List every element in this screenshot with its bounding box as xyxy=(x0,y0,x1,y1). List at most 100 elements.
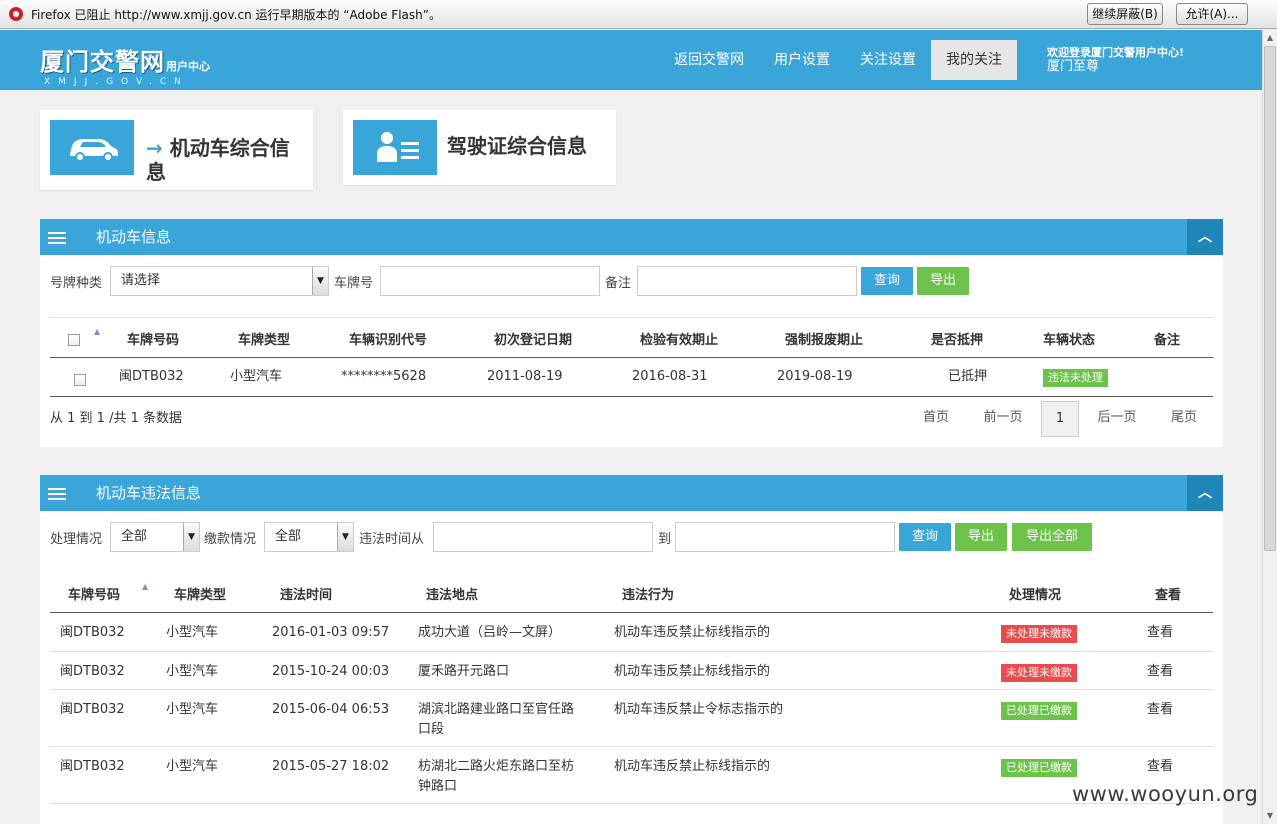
cell-vin: ********5628 xyxy=(341,369,427,384)
vcol-plate[interactable]: 车牌号码 xyxy=(68,584,120,603)
license-card-title: 驾驶证综合信息 xyxy=(447,134,587,158)
violation-panel-title: 机动车违法信息 xyxy=(96,484,202,502)
view-link[interactable]: 查看 xyxy=(1147,623,1173,643)
vcell-place: 厦禾路开元路口 xyxy=(418,664,510,679)
violation-query-button[interactable]: 查询 xyxy=(899,523,951,551)
license-info-card[interactable]: 驾驶证综合信息 xyxy=(343,110,616,185)
vehicle-info-card[interactable]: → 机动车综合信息 xyxy=(40,110,313,190)
view-link[interactable]: 查看 xyxy=(1147,757,1173,777)
collapse-icon[interactable]: ︿ xyxy=(1187,219,1223,255)
violation-export-all-button[interactable]: 导出全部 xyxy=(1012,523,1092,551)
logo-domain-text: XMJJ.GOV.CN xyxy=(44,77,189,87)
pager-current[interactable]: 1 xyxy=(1041,401,1079,437)
vcell-plate: 闽DTB032 xyxy=(60,664,125,679)
row-checkbox[interactable] xyxy=(74,374,86,386)
welcome-text: 欢迎登录厦门交警用户中心! xyxy=(1047,46,1185,59)
col-plate-type[interactable]: 车牌类型 xyxy=(238,329,290,348)
vcell-action: 机动车违反禁止令标志指示的 xyxy=(614,702,784,717)
vehicle-panel-header: 机动车信息 ︿ xyxy=(40,219,1223,255)
remark-input[interactable] xyxy=(637,266,857,296)
vcol-handle-status[interactable]: 处理情况 xyxy=(1009,584,1061,603)
header-divider xyxy=(50,612,1213,613)
pager-next[interactable]: 后一页 xyxy=(1089,401,1145,435)
cell-mortgage: 已抵押 xyxy=(948,369,988,384)
vcol-time[interactable]: 违法时间 xyxy=(280,584,332,603)
vcell-plate-type: 小型汽车 xyxy=(166,625,219,640)
col-reg-date[interactable]: 初次登记日期 xyxy=(494,329,572,348)
remark-label: 备注 xyxy=(605,276,632,291)
vehicle-info-panel: 机动车信息 ︿ 号牌种类 请选择 ▼ 车牌号 备注 查询 导出 ▲ 车牌号码 车… xyxy=(40,219,1223,447)
time-from-input[interactable] xyxy=(433,522,653,552)
nav-user-settings[interactable]: 用户设置 xyxy=(762,40,842,80)
vehicle-export-button[interactable]: 导出 xyxy=(917,267,969,295)
arrow-right-icon: → xyxy=(146,136,163,160)
nav-follow-settings[interactable]: 关注设置 xyxy=(848,40,928,80)
site-header: 厦门交警网用户中心 XMJJ.GOV.CN 返回交警网 用户设置 关注设置 我的… xyxy=(0,30,1262,90)
nav-back-to-site[interactable]: 返回交警网 xyxy=(662,40,756,80)
table-bottom-divider xyxy=(50,396,1213,397)
car-icon-box xyxy=(50,120,134,175)
plate-type-value: 请选择 xyxy=(121,273,161,288)
vcell-action: 机动车违反禁止标线指示的 xyxy=(614,625,771,640)
nav-my-follows[interactable]: 我的关注 xyxy=(931,40,1017,80)
plate-number-input[interactable] xyxy=(380,266,600,296)
flash-message: Firefox 已阻止 http://www.xmjj.gov.cn 运行早期版… xyxy=(31,7,441,22)
menu-icon xyxy=(48,232,66,244)
sort-asc-icon[interactable]: ▲ xyxy=(94,327,100,336)
handle-status-select[interactable]: 全部 ▼ xyxy=(110,522,200,552)
time-to-label: 到 xyxy=(658,532,672,547)
continue-block-button[interactable]: 继续屏蔽(B) xyxy=(1087,3,1163,25)
pay-status-select[interactable]: 全部 ▼ xyxy=(264,522,354,552)
col-plate[interactable]: 车牌号码 xyxy=(127,329,179,348)
vcol-place[interactable]: 违法地点 xyxy=(426,584,478,603)
select-all-checkbox[interactable] xyxy=(68,334,80,346)
row-divider xyxy=(50,746,1213,747)
divider xyxy=(50,317,1213,318)
scroll-up-icon[interactable]: ▲ xyxy=(1263,30,1277,46)
pager-prev[interactable]: 前一页 xyxy=(975,401,1031,435)
chevron-down-icon: ▼ xyxy=(337,523,353,551)
violation-panel-header: 机动车违法信息 ︿ xyxy=(40,475,1223,511)
chevron-down-icon: ▼ xyxy=(312,267,328,295)
col-status[interactable]: 车辆状态 xyxy=(1043,329,1095,348)
row-divider xyxy=(50,689,1213,690)
view-link[interactable]: 查看 xyxy=(1147,700,1173,720)
pager-first[interactable]: 首页 xyxy=(912,401,960,435)
view-link[interactable]: 查看 xyxy=(1147,662,1173,682)
cell-inspect-until: 2016-08-31 xyxy=(632,369,708,384)
pager-last[interactable]: 尾页 xyxy=(1161,401,1207,435)
scroll-down-icon[interactable]: ▼ xyxy=(1263,808,1277,824)
vcol-plate-type[interactable]: 车牌类型 xyxy=(174,584,226,603)
col-vin[interactable]: 车辆识别代号 xyxy=(349,329,427,348)
time-from-label: 违法时间从 xyxy=(359,532,425,547)
col-remark[interactable]: 备注 xyxy=(1154,329,1180,348)
vcol-view[interactable]: 查看 xyxy=(1155,584,1181,603)
sort-asc-icon[interactable]: ▲ xyxy=(142,582,148,591)
col-inspect-until[interactable]: 检验有效期止 xyxy=(640,329,718,348)
pay-status-value: 全部 xyxy=(275,529,302,544)
col-scrap-until[interactable]: 强制报废期止 xyxy=(785,329,863,348)
allow-flash-button[interactable]: 允许(A)... xyxy=(1176,3,1248,25)
user-list-icon-box xyxy=(353,120,437,175)
watermark: www.wooyun.org xyxy=(1072,782,1259,806)
violation-export-button[interactable]: 导出 xyxy=(955,523,1007,551)
handle-status-badge: 已处理已缴款 xyxy=(1001,702,1077,720)
welcome-block: 欢迎登录厦门交警用户中心! 厦门至尊 xyxy=(1047,46,1184,74)
status-badge: 违法未处理 xyxy=(1043,369,1108,387)
page-scrollbar[interactable]: ▲ ▼ xyxy=(1262,30,1277,824)
vcell-time: 2015-06-04 06:53 xyxy=(272,702,390,717)
username[interactable]: 厦门至尊 xyxy=(1047,60,1184,74)
col-mortgage[interactable]: 是否抵押 xyxy=(931,329,983,348)
scrollbar-thumb[interactable] xyxy=(1264,46,1276,551)
vcell-place-wrap: 口段 xyxy=(418,722,445,737)
cell-scrap-until: 2019-08-19 xyxy=(777,369,853,384)
row-divider xyxy=(50,651,1213,652)
vehicle-query-button[interactable]: 查询 xyxy=(861,267,913,295)
handle-status-badge: 已处理已缴款 xyxy=(1001,759,1077,777)
site-logo[interactable]: 厦门交警网用户中心 XMJJ.GOV.CN xyxy=(40,42,210,87)
plate-type-select[interactable]: 请选择 ▼ xyxy=(110,266,329,296)
time-to-input[interactable] xyxy=(675,522,895,552)
vcol-action[interactable]: 违法行为 xyxy=(622,584,674,603)
collapse-icon[interactable]: ︿ xyxy=(1187,475,1223,511)
user-list-icon xyxy=(377,132,419,162)
